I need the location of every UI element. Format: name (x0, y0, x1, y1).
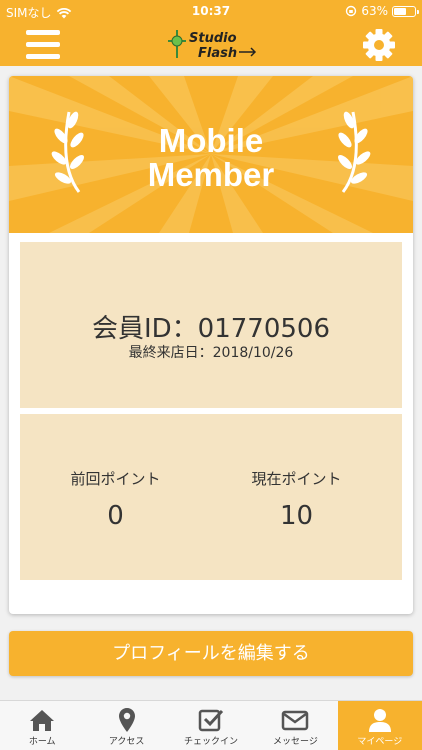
tab-checkin[interactable]: チェックイン (169, 701, 253, 750)
tab-mypage[interactable]: マイページ (337, 701, 422, 750)
hamburger-menu-icon[interactable] (26, 28, 60, 60)
svg-text:Studio: Studio (189, 31, 237, 46)
user-icon (368, 709, 391, 732)
member-card: Mobile Member 会員ID：01770506 最終来店日：2018/1… (9, 76, 413, 614)
points-panel: 前回ポイント 0 現在ポイント 10 (20, 414, 402, 580)
current-points-value: 10 (279, 501, 314, 531)
svg-text:Flash: Flash (198, 46, 237, 61)
banner-title-line1: Mobile (158, 122, 264, 159)
last-visit-date: 最終来店日：2018/10/26 (128, 345, 294, 361)
previous-points-label: 前回ポイント (70, 470, 161, 488)
current-points: 現在ポイント 10 (201, 468, 392, 531)
tab-checkin-label: チェックイン (184, 737, 239, 747)
checkin-icon (198, 709, 224, 732)
tab-mypage-label: マイページ (357, 737, 403, 747)
tab-home-label: ホーム (28, 737, 56, 747)
battery-icon (392, 5, 419, 17)
tab-message[interactable]: メッセージ (253, 701, 337, 750)
edit-profile-button[interactable]: プロフィールを編集する (9, 631, 413, 676)
previous-points-value: 0 (107, 501, 124, 531)
home-icon (30, 710, 55, 731)
tab-access[interactable]: アクセス (84, 701, 168, 750)
member-banner: Mobile Member (9, 76, 413, 233)
tab-message-label: メッセージ (273, 737, 318, 747)
tab-home[interactable]: ホーム (0, 701, 84, 750)
previous-points: 前回ポイント 0 (20, 468, 211, 531)
current-points-label: 現在ポイント (251, 470, 342, 488)
banner-title-line2: Member (147, 156, 275, 193)
orientation-lock-icon (346, 5, 357, 17)
member-id: 会員ID：01770506 (91, 314, 331, 344)
status-right: 63% (345, 4, 419, 18)
studio-flash-logo: Studio Flash (168, 30, 257, 61)
status-bar: SIMなし 10:37 63% (0, 0, 422, 22)
member-info-panel: 会員ID：01770506 最終来店日：2018/10/26 (20, 242, 402, 408)
mail-icon (282, 710, 309, 731)
banner-title: Mobile Member (9, 124, 413, 192)
gear-icon[interactable] (362, 28, 396, 62)
map-pin-icon (118, 708, 135, 732)
tab-bar: ホーム アクセス チェックイン メッセージ マイページ (0, 700, 422, 750)
tab-access-label: アクセス (108, 737, 145, 747)
app-header: Studio Flash (0, 22, 422, 66)
battery-fill (394, 7, 406, 15)
battery-percent: 63% (361, 4, 388, 18)
